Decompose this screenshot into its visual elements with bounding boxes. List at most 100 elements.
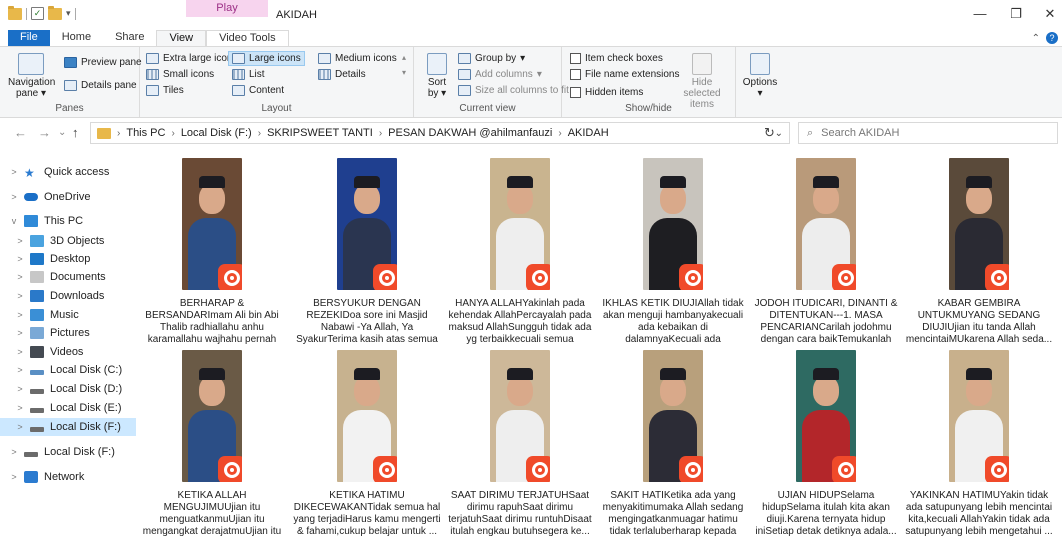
size-columns-button[interactable]: Size all columns to fit [458,85,569,96]
chevron-right-icon[interactable]: > [10,328,30,338]
preview-pane-button[interactable]: Preview pane [64,57,142,68]
help-icon[interactable]: ? [1046,32,1058,44]
chevron-right-icon[interactable]: > [10,347,30,357]
checkbox[interactable] [570,69,581,80]
file-item[interactable]: BERSYUKUR DENGAN REZEKIDoa sore ini Masj… [291,158,443,346]
nav-item[interactable]: > Local Disk (D:) [0,380,136,398]
nav-item[interactable]: > Desktop [0,250,136,268]
chevron-right-icon[interactable]: > [10,310,30,320]
chevron-right-icon[interactable]: > [4,192,24,202]
nav-item[interactable]: > ★ Quick access [0,163,136,181]
chevron-right-icon[interactable]: > [10,254,30,264]
tab-share[interactable]: Share [103,30,156,46]
file-item[interactable]: YAKINKAN HATIMUYakin tidak ada satupunya… [903,350,1055,536]
layout-content[interactable]: Content [232,85,284,96]
item-checkboxes-toggle[interactable]: Item check boxes [570,53,663,64]
properties-icon[interactable]: ✓ [31,7,44,20]
layout-tiles[interactable]: Tiles [146,85,184,96]
chevron-right-icon[interactable]: > [10,403,30,413]
breadcrumb-akidah[interactable]: AKIDAH [568,127,609,139]
group-by-button[interactable]: Group by ▾ [458,53,525,64]
address-bar[interactable]: › This PC › Local Disk (F:) › SKRIPSWEET… [90,122,790,144]
chevron-right-icon[interactable]: > [10,384,30,394]
file-item[interactable]: JODOH ITUDICARI, DINANTI & DITENTUKAN---… [750,158,902,346]
tab-file[interactable]: File [8,30,50,46]
nav-item[interactable]: > Local Disk (C:) [0,361,136,379]
breadcrumb-pesan-dakwah[interactable]: PESAN DAKWAH @ahilmanfauzi [388,127,552,139]
tab-home[interactable]: Home [50,30,103,46]
file-item[interactable]: HANYA ALLAHYakinlah pada kehendak AllahP… [444,158,596,346]
forward-arrow-icon[interactable]: → [38,125,51,140]
maximize-button[interactable]: ❐ [1006,6,1026,22]
chevron-down-icon[interactable]: ⌄ [775,128,783,139]
chevron-right-icon[interactable]: > [10,236,30,246]
add-columns-button[interactable]: Add columns ▾ [458,69,542,80]
chevron-right-icon[interactable]: > [10,365,30,375]
chevron-down-icon[interactable]: v [4,216,24,226]
tab-view[interactable]: View [156,30,207,46]
scroll-down-icon[interactable]: ▾ [402,68,406,77]
checkbox[interactable] [570,53,581,64]
layout-small-icons[interactable]: Small icons [146,69,214,80]
nav-item[interactable]: > Local Disk (E:) [0,399,136,417]
layout-extra-large-icons[interactable]: Extra large icons [146,53,237,64]
recent-locations-icon[interactable]: ⌄ [58,127,66,138]
nav-item[interactable]: > OneDrive [0,188,136,206]
file-item[interactable]: KETIKA ALLAH MENGUJIMUUjian itu menguatk… [136,350,288,536]
new-folder-icon[interactable] [48,5,62,20]
file-item[interactable]: UJIAN HIDUPSelama hidupSelama itulah kit… [750,350,902,536]
nav-item[interactable]: >3D Objects [0,232,136,250]
chevron-right-icon[interactable]: › [258,128,261,139]
file-item[interactable]: BERHARAP & BERSANDARImam Ali bin Abi Tha… [136,158,288,346]
nav-item[interactable]: > Music [0,306,136,324]
file-item[interactable]: KABAR GEMBIRA UNTUKMUYANG SEDANG DIUJIUj… [903,158,1055,346]
layout-scroll[interactable]: ▴ ▾ [402,53,406,77]
nav-item[interactable]: > Pictures [0,324,136,342]
search-box[interactable]: ⌕ Search AKIDAH [798,122,1058,144]
options-button[interactable]: Options ▾ [740,53,780,99]
file-item[interactable]: SAKIT HATIKetika ada yang menyakitimumak… [597,350,749,536]
chevron-right-icon[interactable]: > [10,422,30,432]
refresh-icon[interactable]: ↻ [764,125,775,141]
layout-medium-icons[interactable]: Medium icons [318,53,397,64]
back-arrow-icon[interactable]: ← [14,125,27,140]
file-item[interactable]: IKHLAS KETIK DIUJIAllah tidak akan mengu… [597,158,749,346]
up-arrow-icon[interactable]: ↑ [72,125,79,140]
nav-item[interactable]: v This PC [0,212,136,230]
layout-details[interactable]: Details [318,69,366,80]
layout-large-icons[interactable]: Large icons [228,51,305,66]
nav-item[interactable]: > Local Disk (F:) [0,443,136,461]
chevron-right-icon[interactable]: › [379,128,382,139]
breadcrumb-skripsweet[interactable]: SKRIPSWEET TANTI [267,127,373,139]
sort-by-button[interactable]: Sort by ▾ [422,53,452,99]
file-item[interactable]: KETIKA HATIMU DIKECEWAKANTidak semua hal… [291,350,443,536]
chevron-right-icon[interactable]: > [10,291,30,301]
breadcrumb-local-disk-f[interactable]: Local Disk (F:) [181,127,252,139]
details-pane-button[interactable]: Details pane [64,80,137,91]
collapse-ribbon-icon[interactable]: ⌃ [1032,33,1040,44]
chevron-right-icon[interactable]: > [10,272,30,282]
chevron-right-icon[interactable]: > [4,447,24,457]
minimize-button[interactable]: — [970,6,990,21]
scroll-up-icon[interactable]: ▴ [402,53,406,62]
nav-item[interactable]: > Videos [0,343,136,361]
file-extensions-toggle[interactable]: File name extensions [570,69,680,80]
navigation-pane-button[interactable]: Navigation pane ▾ [8,53,55,99]
chevron-right-icon[interactable]: > [4,167,24,177]
file-item[interactable]: SAAT DIRIMU TERJATUHSaat dirimu rapuhSaa… [444,350,596,536]
nav-item[interactable]: > Documents [0,268,136,286]
checkbox[interactable] [570,87,581,98]
chevron-right-icon[interactable]: › [171,128,174,139]
hide-selected-button[interactable]: Hide selected items [674,53,730,110]
chevron-right-icon[interactable]: › [558,128,561,139]
layout-list[interactable]: List [232,69,265,80]
nav-item[interactable]: > Network [0,468,136,486]
nav-item[interactable]: > Downloads [0,287,136,305]
close-button[interactable]: ✕ [1040,6,1060,22]
hidden-items-toggle[interactable]: Hidden items [570,87,643,98]
chevron-right-icon[interactable]: › [117,128,120,139]
breadcrumb-this-pc[interactable]: This PC [126,127,165,139]
nav-item[interactable]: > Local Disk (F:) [0,418,136,436]
chevron-right-icon[interactable]: > [4,472,24,482]
tab-video-tools[interactable]: Video Tools [206,30,289,46]
